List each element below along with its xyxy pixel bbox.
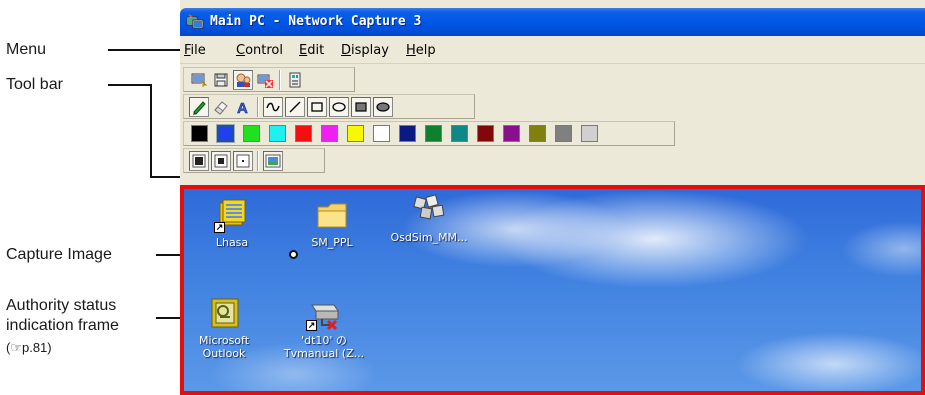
- ellipse-icon[interactable]: [329, 97, 349, 117]
- color-swatch[interactable]: [373, 125, 390, 142]
- pen-icon[interactable]: [189, 97, 209, 117]
- toolbar-bracket-vertical: [150, 84, 152, 178]
- desktop-icon-outlook[interactable]: Microsoft Outlook: [184, 295, 269, 360]
- toolbar-row-drawing: A: [183, 93, 483, 120]
- menu-help-rest: elp: [415, 43, 436, 58]
- color-swatch[interactable]: [503, 125, 520, 142]
- color-swatch[interactable]: [529, 125, 546, 142]
- capture-icon[interactable]: [189, 70, 209, 90]
- color-swatch[interactable]: [451, 125, 468, 142]
- filled-ellipse-icon[interactable]: [373, 97, 393, 117]
- menu-help-mnemonic: H: [406, 43, 416, 58]
- disconnect-icon[interactable]: [255, 70, 275, 90]
- folder-icon: [314, 197, 350, 233]
- menu-control[interactable]: Control: [236, 43, 283, 58]
- shortcut-arrow-icon: ↗: [306, 320, 317, 331]
- color-swatch[interactable]: [191, 125, 208, 142]
- desktop-icon-label: OsdSim_MM...: [390, 231, 468, 244]
- authority-callout-page-ref: (☞p.81): [6, 340, 52, 355]
- toolbar-row-main: [183, 66, 363, 93]
- line-width-large-icon[interactable]: [189, 151, 209, 171]
- authority-callout-line-2: indication frame: [6, 317, 119, 334]
- desktop-icon-sm-ppl[interactable]: SM_PPL: [287, 197, 377, 249]
- menu-callout-label: Menu: [6, 41, 47, 58]
- network-capture-icon: [186, 14, 204, 29]
- line-width-small-icon[interactable]: [233, 151, 253, 171]
- authority-icon[interactable]: [233, 70, 253, 90]
- desktop-icon-label: Microsoft Outlook: [198, 334, 250, 360]
- color-swatch[interactable]: [216, 124, 235, 143]
- color-swatch[interactable]: [347, 125, 364, 142]
- menu-edit-rest: dit: [307, 43, 325, 58]
- menu-leader-line: [108, 49, 182, 51]
- window-title: Main PC - Network Capture 3: [210, 14, 422, 29]
- capture-image-frame[interactable]: ↗ Lhasa SM_PPL OsdSim_MM... Microsoft Ou…: [180, 185, 925, 395]
- toolbar-separator: [279, 70, 281, 90]
- menu-control-mnemonic: C: [236, 43, 246, 58]
- color-swatch[interactable]: [321, 125, 338, 142]
- save-icon[interactable]: [211, 70, 231, 90]
- eraser-icon[interactable]: [211, 97, 231, 117]
- desktop-icon-tvmanual[interactable]: ↗ 'dt10' の Tvmanual (Z...: [279, 295, 369, 360]
- desktop-icon-lhasa[interactable]: ↗ Lhasa: [187, 197, 277, 249]
- menu-bar: File Control Edit Display Help: [180, 36, 925, 64]
- desktop-icon-label: Lhasa: [215, 236, 249, 249]
- color-swatch[interactable]: [477, 125, 494, 142]
- svg-text:A: A: [237, 100, 248, 115]
- toolbar-bracket-bottom: [150, 176, 184, 178]
- display-mode-icon[interactable]: [263, 151, 283, 171]
- color-swatch[interactable]: [555, 125, 572, 142]
- color-swatch[interactable]: [295, 125, 312, 142]
- title-bar[interactable]: Main PC - Network Capture 3: [180, 8, 925, 36]
- color-swatch[interactable]: [581, 125, 598, 142]
- menu-control-rest: ontrol: [245, 43, 283, 58]
- color-swatch[interactable]: [269, 125, 286, 142]
- toolbar-leader-line: [108, 84, 152, 86]
- line-width-medium-icon[interactable]: [211, 151, 231, 171]
- network-drive-icon: ↗: [306, 295, 342, 331]
- menu-display-rest: isplay: [351, 43, 389, 58]
- capture-image-callout-dot: [289, 250, 298, 259]
- line-icon[interactable]: [285, 97, 305, 117]
- rectangle-icon[interactable]: [307, 97, 327, 117]
- menu-help[interactable]: Help: [406, 43, 436, 58]
- text-icon[interactable]: A: [233, 97, 253, 117]
- color-swatch[interactable]: [243, 125, 260, 142]
- toolbar-row-line-width: [183, 147, 333, 174]
- outlook-icon: [206, 295, 242, 331]
- menu-file[interactable]: File: [184, 43, 206, 58]
- toolbar-separator: [257, 97, 259, 117]
- filled-rectangle-icon[interactable]: [351, 97, 371, 117]
- menu-edit[interactable]: Edit: [299, 43, 324, 58]
- color-swatch[interactable]: [425, 125, 442, 142]
- shortcut-arrow-icon: ↗: [214, 222, 225, 233]
- lhasa-archive-icon: ↗: [214, 197, 250, 233]
- toolbar-row-palette: [183, 120, 683, 147]
- osdsim-icon: [411, 192, 447, 228]
- desktop-icon-label: SM_PPL: [311, 236, 353, 249]
- toolbar-separator: [257, 151, 259, 171]
- desktop-icon-label: 'dt10' の Tvmanual (Z...: [283, 334, 365, 360]
- menu-edit-mnemonic: E: [299, 43, 308, 58]
- authority-callout-line-1: Authority status: [6, 297, 117, 314]
- menu-file-rest: ile: [190, 43, 206, 58]
- freeline-icon[interactable]: [263, 97, 283, 117]
- menu-display-mnemonic: D: [341, 43, 352, 58]
- menu-display[interactable]: Display: [341, 43, 389, 58]
- desktop-icon-osdsim[interactable]: OsdSim_MM...: [384, 192, 474, 244]
- color-swatch[interactable]: [399, 125, 416, 142]
- settings-icon[interactable]: [285, 70, 305, 90]
- capture-image-callout-label: Capture Image: [6, 246, 112, 263]
- toolbar-callout-label: Tool bar: [6, 76, 63, 93]
